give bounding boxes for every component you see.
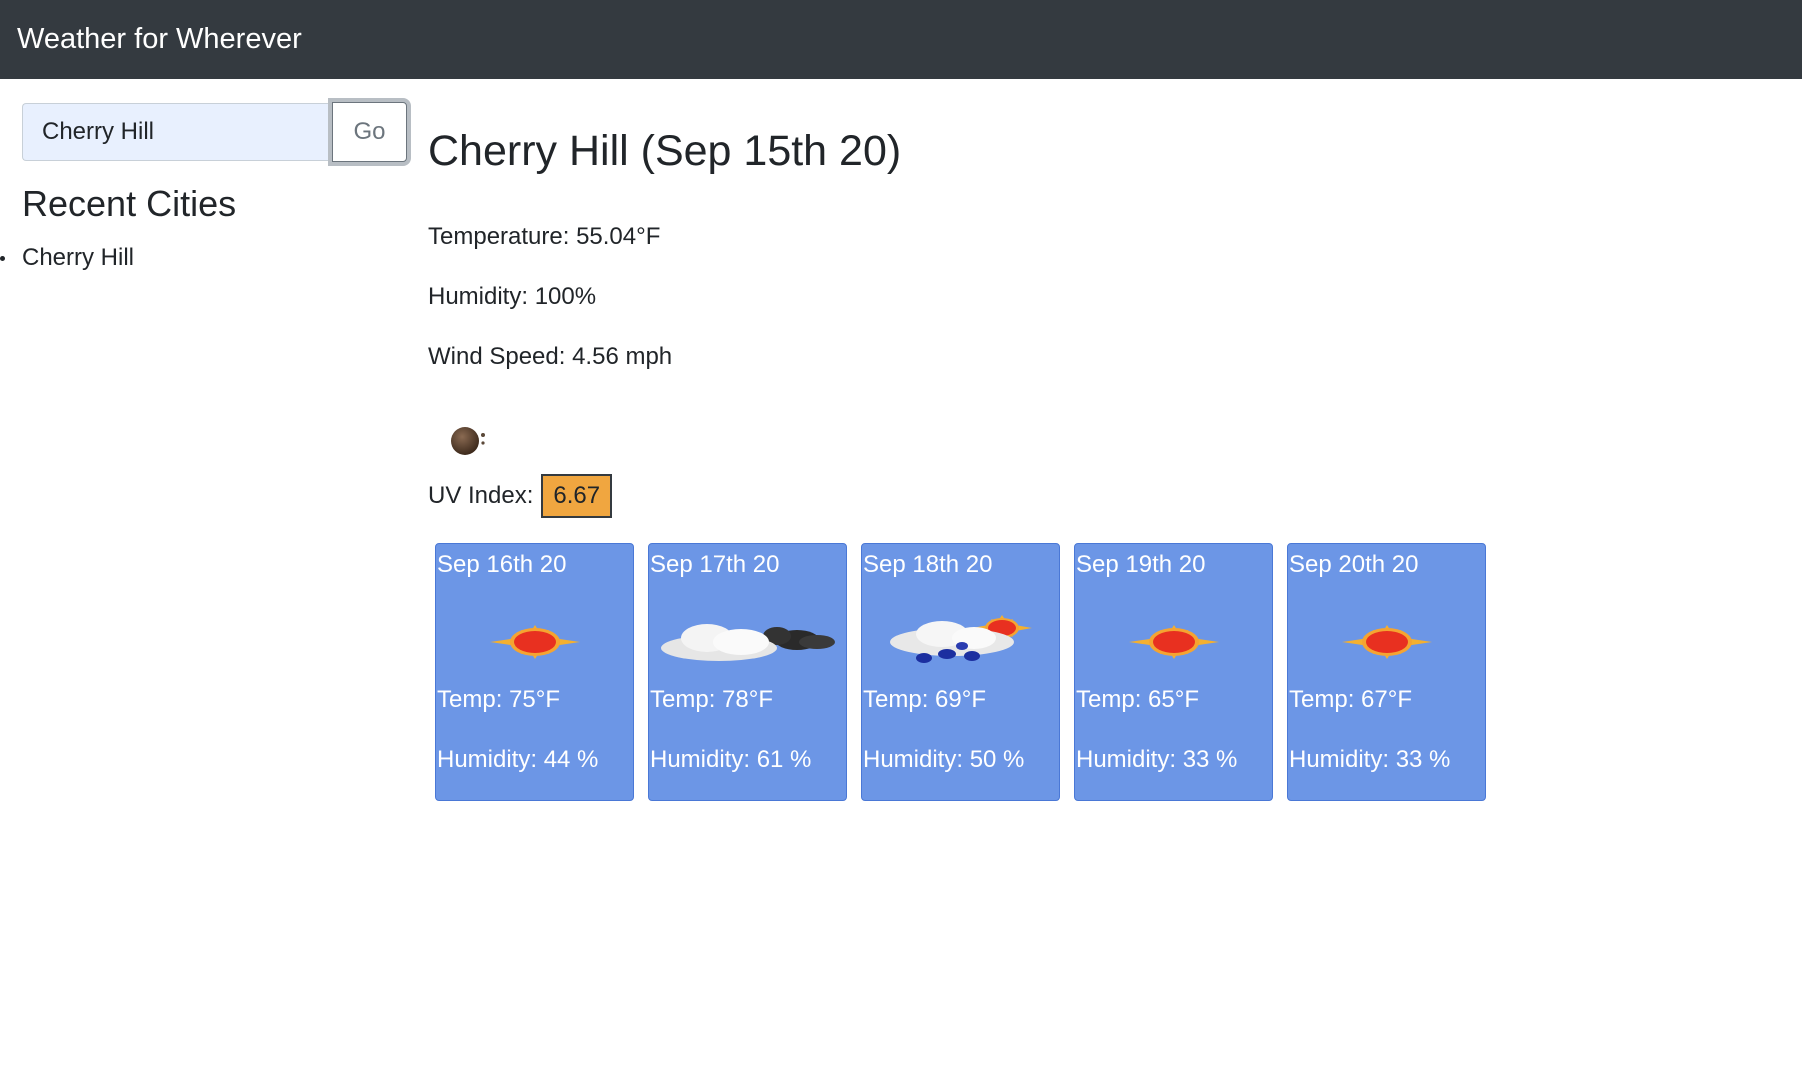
uv-index-badge: 6.67 <box>541 474 613 518</box>
moon-icon <box>451 427 485 455</box>
forecast-temp: Temp: 78°F <box>650 686 773 713</box>
sun-icon <box>1129 625 1219 659</box>
go-button[interactable]: Go <box>332 102 407 162</box>
city-search-input[interactable] <box>22 103 332 161</box>
recent-city-item[interactable]: Cherry Hill <box>0 241 134 275</box>
search-group: Go <box>22 102 407 162</box>
wind-speed-text: Wind Speed: 4.56 mph <box>428 343 673 370</box>
forecast-temp: Temp: 69°F <box>863 686 986 713</box>
recent-cities-heading: Recent Cities <box>22 183 237 224</box>
forecast-card: Sep 16th 20 Temp: 75°F Humidity: 44 % <box>435 543 634 801</box>
forecast-date: Sep 20th 20 <box>1289 551 1419 578</box>
uv-index-label: UV Index: <box>428 482 534 509</box>
humidity-text: Humidity: 100% <box>428 283 597 310</box>
forecast-humidity: Humidity: 61 % <box>650 746 812 773</box>
sun-icon <box>490 625 580 659</box>
forecast-temp: Temp: 65°F <box>1076 686 1199 713</box>
sun-icon <box>1342 625 1432 659</box>
forecast-card: Sep 20th 20 Temp: 67°F Humidity: 33 % <box>1287 543 1486 801</box>
recent-cities-list: Cherry Hill <box>0 241 134 275</box>
temperature-text: Temperature: 55.04°F <box>428 223 661 250</box>
forecast-date: Sep 16th 20 <box>437 551 567 578</box>
forecast-date: Sep 18th 20 <box>863 551 993 578</box>
uv-index-row: UV Index: 6.67 <box>428 474 613 518</box>
forecast-card: Sep 17th 20 Temp: 78°F Humidity: 61 % <box>648 543 847 801</box>
forecast-card: Sep 19th 20 Temp: 65°F Humidity: 33 % <box>1074 543 1273 801</box>
forecast-humidity: Humidity: 33 % <box>1076 746 1238 773</box>
forecast-humidity: Humidity: 33 % <box>1289 746 1451 773</box>
sun-cloud-rain-icon <box>890 615 1032 663</box>
forecast-humidity: Humidity: 50 % <box>863 746 1025 773</box>
forecast-date: Sep 17th 20 <box>650 551 780 578</box>
forecast-date: Sep 19th 20 <box>1076 551 1206 578</box>
forecast-row: Sep 16th 20 Temp: 75°F Humidity: 44 % Se… <box>435 543 1486 801</box>
forecast-card: Sep 18th 20 Temp: 69°F Humidity: 50 % <box>861 543 1060 801</box>
forecast-temp: Temp: 75°F <box>437 686 560 713</box>
forecast-humidity: Humidity: 44 % <box>437 746 599 773</box>
city-title: Cherry Hill (Sep 15th 20) <box>428 127 902 175</box>
navbar: Weather for Wherever <box>0 0 1802 79</box>
clouds-icon <box>661 624 835 661</box>
navbar-brand[interactable]: Weather for Wherever <box>17 23 302 56</box>
forecast-temp: Temp: 67°F <box>1289 686 1412 713</box>
